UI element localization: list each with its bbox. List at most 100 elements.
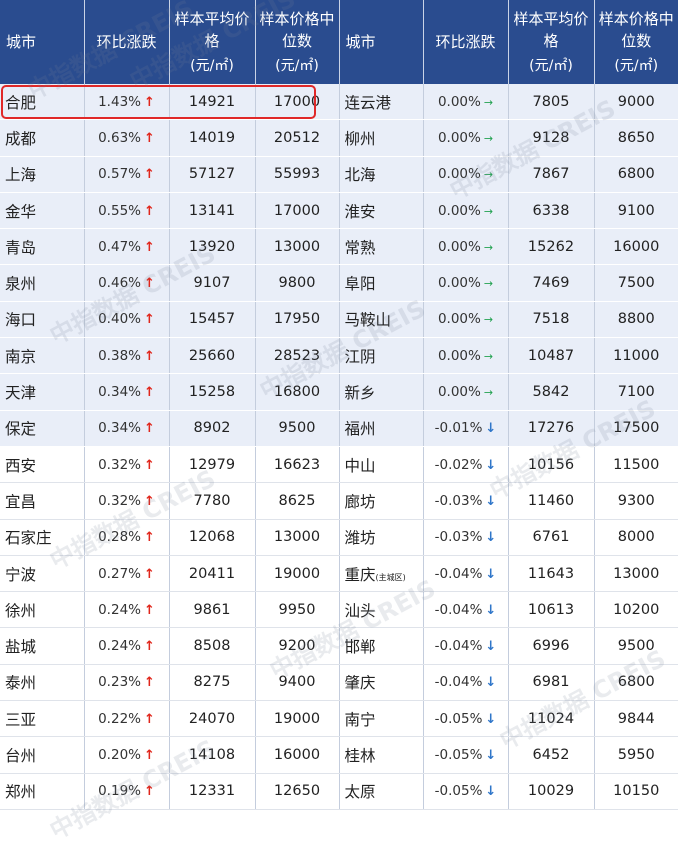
city-text: 阜阳 [345, 275, 376, 293]
avg-price-text: 57127 [189, 166, 235, 182]
avg-price-text: 11460 [528, 493, 574, 509]
median-price-cell: 6800 [594, 664, 678, 700]
median-price-cell: 9100 [594, 192, 678, 228]
arrow-up-icon: ↑ [144, 240, 155, 255]
arrow-down-icon: ↓ [485, 458, 496, 473]
avg-price-cell: 10487 [508, 338, 594, 374]
city-text: 台州 [5, 747, 36, 765]
change-cell: 0.00%→ [423, 301, 508, 337]
median-price-cell: 9800 [255, 265, 339, 301]
city-cell: 江阴 [339, 338, 423, 374]
arrow-flat-icon: → [484, 350, 493, 363]
table-row: 合肥1.43%↑1492117000连云港0.00%→78059000 [0, 84, 678, 120]
avg-price-text: 8275 [194, 674, 231, 690]
median-price-text: 5950 [618, 747, 655, 763]
median-price-cell: 12650 [255, 773, 339, 809]
avg-price-cell: 10613 [508, 592, 594, 628]
city-text: 连云港 [345, 94, 392, 112]
median-price-text: 20512 [274, 130, 320, 146]
table-row: 上海0.57%↑5712755993北海0.00%→78676800 [0, 156, 678, 192]
city-text: 海口 [5, 311, 36, 329]
change-cell: 0.24%↑ [84, 628, 169, 664]
city-cell: 福州 [339, 410, 423, 446]
city-text: 泰州 [5, 674, 36, 692]
city-cell: 南宁 [339, 701, 423, 737]
avg-price-text: 6996 [533, 638, 570, 654]
city-text: 新乡 [345, 384, 376, 402]
change-text: 0.34% [98, 384, 141, 400]
arrow-down-icon: ↓ [485, 530, 496, 545]
median-price-text: 11500 [613, 457, 659, 473]
change-text: 0.24% [98, 638, 141, 654]
median-price-cell: 8000 [594, 519, 678, 555]
city-cell: 宁波 [0, 555, 84, 591]
change-text: 0.40% [98, 311, 141, 327]
header-unit: (元/㎡) [509, 55, 594, 77]
median-price-cell: 8800 [594, 301, 678, 337]
median-price-cell: 11000 [594, 338, 678, 374]
table-row: 宜昌0.32%↑77808625廊坊-0.03%↓114609300 [0, 483, 678, 519]
table-row: 海口0.40%↑1545717950马鞍山0.00%→75188800 [0, 301, 678, 337]
avg-price-text: 15258 [189, 384, 235, 400]
change-cell: 0.00%→ [423, 156, 508, 192]
avg-price-text: 25660 [189, 348, 235, 364]
avg-price-cell: 14921 [169, 84, 255, 120]
table-row: 金华0.55%↑1314117000淮安0.00%→63389100 [0, 192, 678, 228]
avg-price-text: 8508 [194, 638, 231, 654]
change-cell: 0.00%→ [423, 374, 508, 410]
avg-price-cell: 12979 [169, 446, 255, 482]
avg-price-text: 5842 [533, 384, 570, 400]
avg-price-cell: 9107 [169, 265, 255, 301]
change-text: 0.00% [438, 203, 481, 219]
table-row: 盐城0.24%↑85089200邯郸-0.04%↓69969500 [0, 628, 678, 664]
change-text: -0.04% [435, 602, 483, 618]
median-price-text: 13000 [274, 529, 320, 545]
avg-price-cell: 8275 [169, 664, 255, 700]
city-cell: 重庆(主城区) [339, 555, 423, 591]
change-cell: 0.24%↑ [84, 592, 169, 628]
change-cell: -0.04%↓ [423, 628, 508, 664]
median-price-text: 19000 [274, 566, 320, 582]
header-avg-price-label: 样本平均价格 [513, 10, 588, 50]
arrow-flat-icon: → [484, 241, 493, 254]
avg-price-cell: 7518 [508, 301, 594, 337]
avg-price-cell: 15258 [169, 374, 255, 410]
avg-price-text: 15457 [189, 311, 235, 327]
change-cell: -0.05%↓ [423, 773, 508, 809]
arrow-up-icon: ↑ [144, 131, 155, 146]
change-text: 0.27% [98, 566, 141, 582]
avg-price-text: 7469 [533, 275, 570, 291]
median-price-cell: 17950 [255, 301, 339, 337]
city-text: 南京 [5, 348, 36, 366]
change-cell: 0.00%→ [423, 338, 508, 374]
arrow-flat-icon: → [484, 386, 493, 399]
avg-price-cell: 14108 [169, 737, 255, 773]
arrow-down-icon: ↓ [485, 712, 496, 727]
avg-price-text: 6338 [533, 203, 570, 219]
city-text: 淮安 [345, 203, 376, 221]
change-text: -0.02% [435, 457, 483, 473]
median-price-text: 9844 [618, 711, 655, 727]
city-cell: 徐州 [0, 592, 84, 628]
change-text: 0.00% [438, 166, 481, 182]
arrow-down-icon: ↓ [485, 567, 496, 582]
avg-price-text: 7780 [194, 493, 231, 509]
arrow-up-icon: ↑ [144, 421, 155, 436]
city-text: 上海 [5, 166, 36, 184]
median-price-text: 8800 [618, 311, 655, 327]
city-cell: 中山 [339, 446, 423, 482]
city-cell: 廊坊 [339, 483, 423, 519]
header-avg-price-label: 样本平均价格 [174, 10, 249, 50]
avg-price-cell: 6452 [508, 737, 594, 773]
median-price-cell: 9844 [594, 701, 678, 737]
city-cell: 天津 [0, 374, 84, 410]
arrow-up-icon: ↑ [144, 748, 155, 763]
change-cell: 0.22%↑ [84, 701, 169, 737]
city-cell: 阜阳 [339, 265, 423, 301]
avg-price-cell: 24070 [169, 701, 255, 737]
change-text: 0.22% [98, 711, 141, 727]
city-text: 中山 [345, 457, 376, 475]
city-cell: 常熟 [339, 229, 423, 265]
change-cell: -0.05%↓ [423, 701, 508, 737]
city-text: 南宁 [345, 711, 376, 729]
